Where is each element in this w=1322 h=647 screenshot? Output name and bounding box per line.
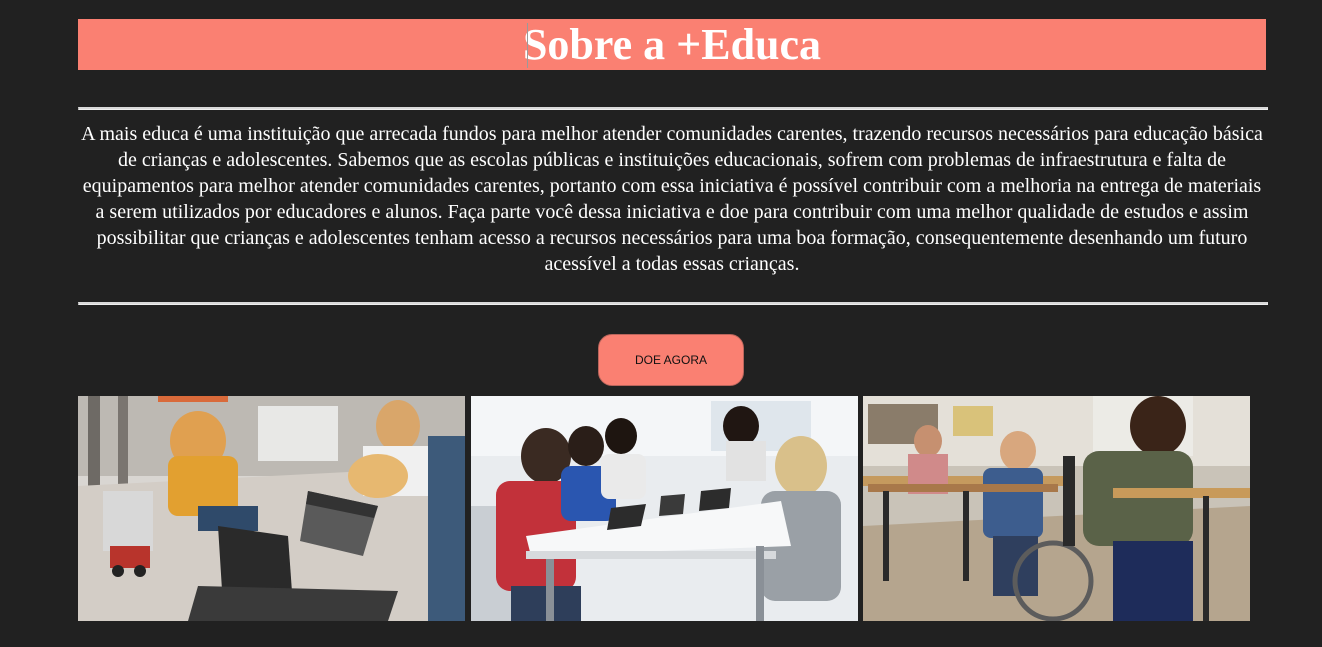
page-title: Sobre a +Educa <box>522 20 822 69</box>
students-classroom-photo <box>863 396 1250 621</box>
text-cursor <box>527 23 528 68</box>
page-header: Sobre a +Educa <box>78 19 1266 70</box>
divider-bottom <box>78 302 1268 305</box>
about-description: A mais educa é uma instituição que arrec… <box>81 123 1263 275</box>
donate-button[interactable]: DOE AGORA <box>598 334 744 386</box>
divider-top <box>78 107 1268 110</box>
children-robotics-photo <box>78 396 465 621</box>
students-tablets-photo <box>471 396 858 621</box>
